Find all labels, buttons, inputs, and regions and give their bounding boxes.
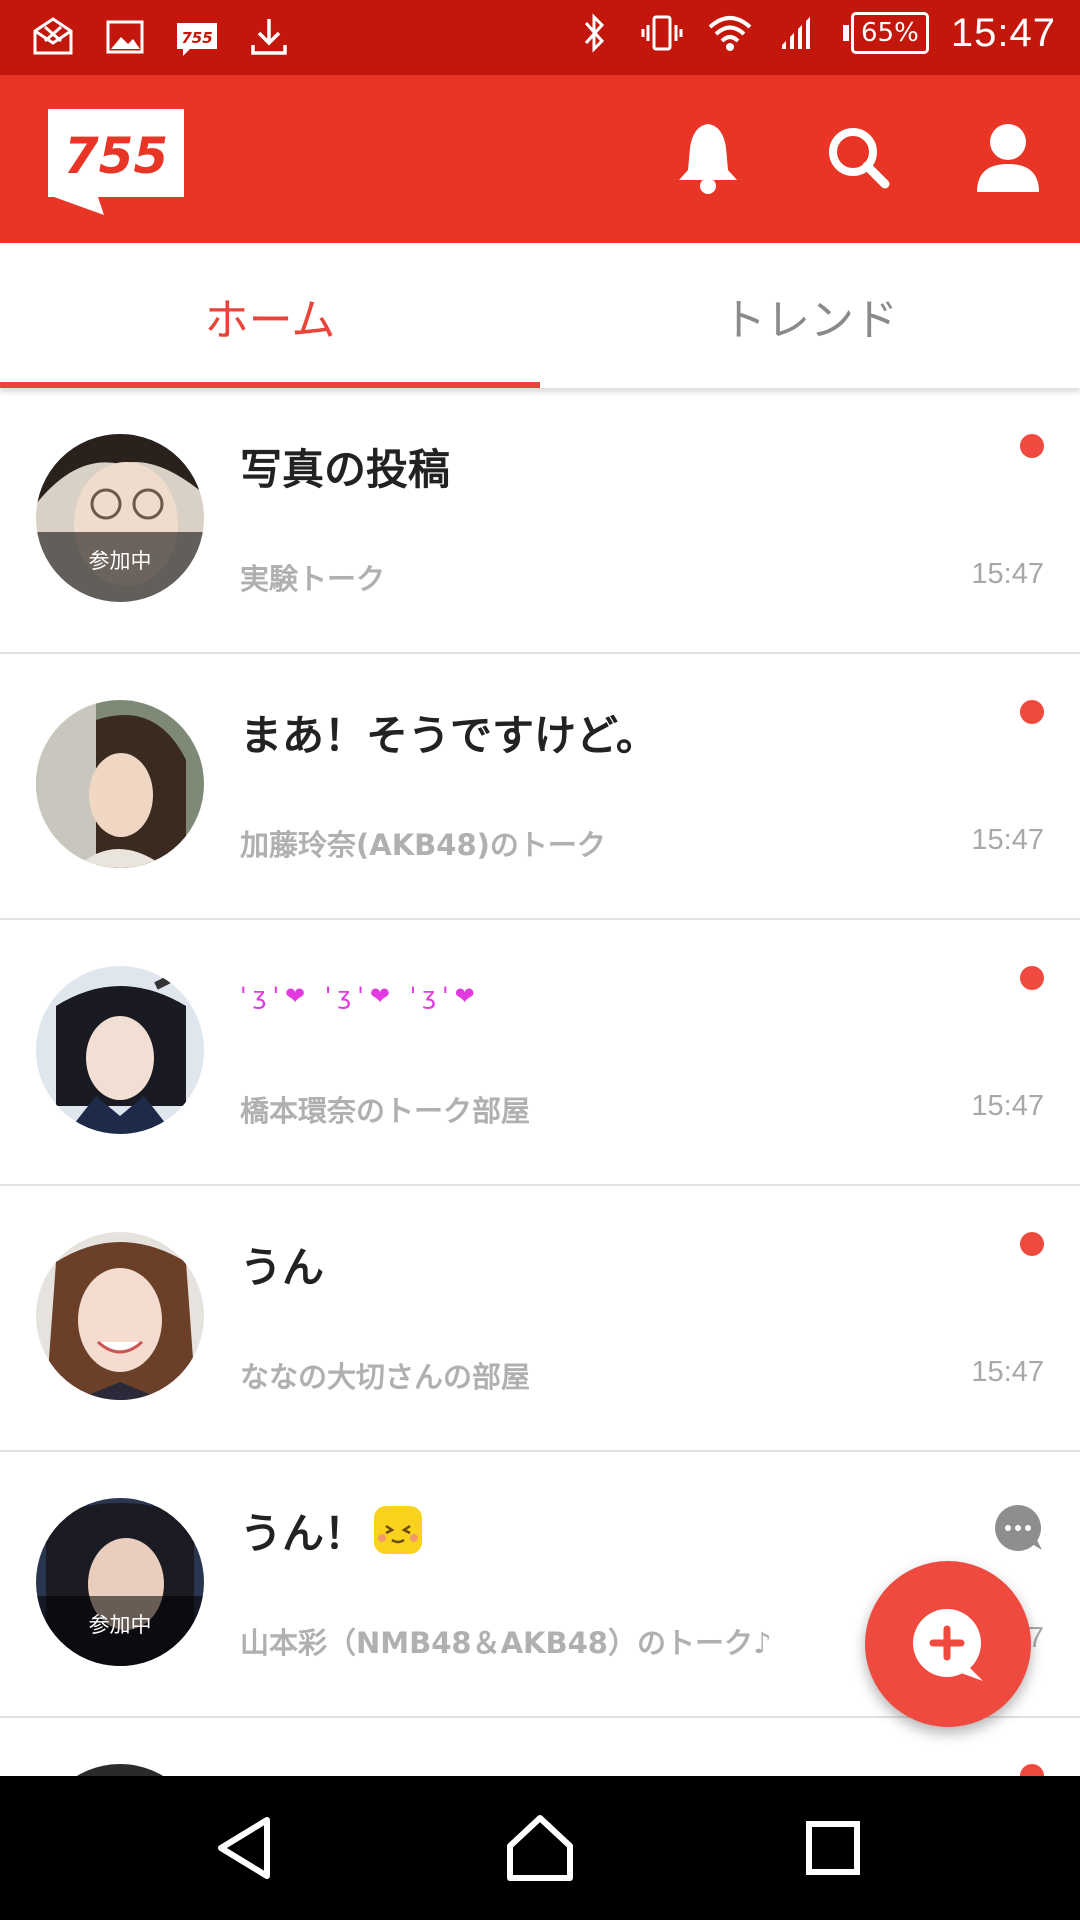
logo-text: 755 — [64, 127, 168, 185]
timestamp: 15:47 — [971, 1090, 1044, 1122]
room-name: 橋本環奈のトーク部屋 — [240, 1094, 531, 1128]
tab-bar: ホーム トレンド — [0, 243, 1080, 388]
timestamp: 15:47 — [971, 1356, 1044, 1388]
room-name: 実験トーク — [240, 562, 386, 596]
search-icon — [829, 128, 890, 189]
message-preview: まあ！そうですけど。 — [240, 711, 658, 760]
message-preview: 写真の投稿 — [240, 445, 451, 494]
back-icon — [217, 1817, 270, 1879]
list-item[interactable]: うん ななの大切さんの部屋 15:47 — [0, 1186, 1080, 1452]
clock: 15:47 — [950, 10, 1056, 55]
message-preview: うん — [240, 1243, 325, 1292]
svg-text:755: 755 — [181, 29, 212, 47]
room-name: 加藤玲奈(AKB48)のトーク — [240, 828, 606, 862]
back-button[interactable] — [202, 1803, 292, 1893]
notifications-button[interactable] — [672, 117, 744, 197]
wifi-icon — [707, 10, 753, 56]
app-logo[interactable]: 755 — [48, 105, 184, 217]
recents-button[interactable] — [788, 1803, 878, 1893]
avatar — [36, 1232, 204, 1400]
bluetooth-icon — [571, 10, 617, 56]
avatar: 参加中 — [36, 1498, 204, 1666]
joined-badge: 参加中 — [36, 1596, 204, 1666]
room-name: 山本彩（NMB48＆AKB48）のトーク♪ — [240, 1626, 772, 1660]
message-preview: 'ʒ'❤ 'ʒ'❤ 'ʒ'❤ — [240, 982, 481, 1010]
message-preview: うん！ — [240, 1500, 424, 1561]
bell-icon — [679, 124, 737, 194]
recents-icon — [806, 1821, 861, 1875]
room-name: ななの大切さんの部屋 — [240, 1360, 531, 1394]
avatar: 参加中 — [36, 434, 204, 602]
list-item[interactable]: 参加中 写真の投稿 実験トーク 15:47 — [0, 388, 1080, 654]
unread-dot — [1020, 700, 1044, 724]
home-button[interactable] — [495, 1803, 585, 1893]
new-talk-icon — [913, 1609, 983, 1681]
home-icon — [506, 1815, 573, 1881]
list-item[interactable]: まあ！そうですけど。 加藤玲奈(AKB48)のトーク 15:47 — [0, 654, 1080, 920]
smile-emoji-icon — [374, 1506, 423, 1554]
chat-bubble-icon — [995, 1505, 1042, 1551]
tab-home[interactable]: ホーム — [0, 243, 540, 388]
unread-dot — [1020, 1232, 1044, 1256]
download-icon — [246, 14, 292, 60]
unread-dot — [1020, 434, 1044, 458]
mail-icon — [30, 14, 76, 60]
list-item[interactable]: 'ʒ'❤ 'ʒ'❤ 'ʒ'❤ 橋本環奈のトーク部屋 15:47 — [0, 920, 1080, 1186]
search-button[interactable] — [822, 117, 894, 197]
timestamp: 15:47 — [971, 824, 1044, 856]
unread-dot — [1020, 966, 1044, 990]
battery-indicator: 65% — [842, 12, 929, 54]
new-talk-button[interactable] — [865, 1561, 1031, 1727]
tab-trend[interactable]: トレンド — [540, 243, 1080, 388]
battery-level: 65% — [850, 12, 929, 54]
avatar — [36, 700, 204, 868]
joined-badge: 参加中 — [36, 532, 204, 602]
system-nav-bar — [0, 1776, 1080, 1920]
timestamp: 15:47 — [971, 558, 1044, 590]
app-755-icon: 755 — [174, 14, 220, 60]
profile-button[interactable] — [972, 117, 1044, 197]
vibrate-icon — [639, 10, 685, 56]
image-icon — [102, 14, 148, 60]
status-bar: 755 65% 15:47 — [0, 0, 1080, 75]
profile-icon — [977, 124, 1039, 192]
avatar — [36, 966, 204, 1134]
app-bar: 755 — [0, 75, 1080, 243]
signal-icon — [775, 10, 821, 56]
